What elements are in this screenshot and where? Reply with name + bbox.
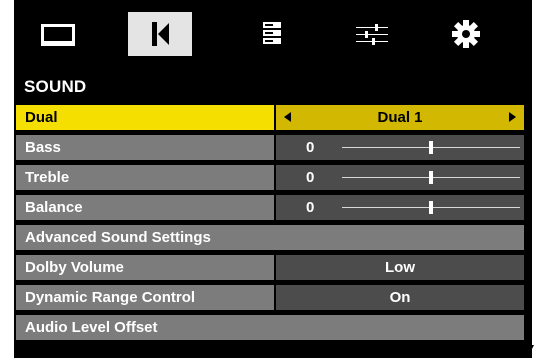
dolby-volume-value: Low bbox=[385, 259, 415, 276]
gear-icon bbox=[452, 20, 480, 48]
menu-row-dynamic-range-control[interactable]: Dynamic Range Control On bbox=[16, 285, 524, 310]
balance-value: 0 bbox=[306, 199, 315, 216]
menu-row-advanced-sound-settings[interactable]: Advanced Sound Settings bbox=[16, 225, 524, 250]
menu-row-audio-level-offset[interactable]: Audio Level Offset bbox=[16, 315, 524, 340]
menu-row-label: Advanced Sound Settings bbox=[16, 225, 524, 250]
tab-picture[interactable] bbox=[26, 12, 90, 56]
picture-icon bbox=[41, 24, 75, 46]
menu-row-dual[interactable]: Dual Dual 1 bbox=[16, 105, 524, 130]
slider-thumb[interactable] bbox=[429, 171, 433, 184]
menu-row-treble[interactable]: Treble 0 bbox=[16, 165, 524, 190]
dual-selector[interactable]: Dual 1 bbox=[276, 105, 524, 130]
dolby-volume-value-cell[interactable]: Low bbox=[276, 255, 524, 280]
menu-tab-bar bbox=[14, 0, 532, 72]
channel-list-icon bbox=[263, 22, 281, 44]
dynamic-range-value-cell[interactable]: On bbox=[276, 285, 524, 310]
menu-row-bass[interactable]: Bass 0 bbox=[16, 135, 524, 160]
slider-thumb[interactable] bbox=[429, 141, 433, 154]
tab-channel[interactable] bbox=[240, 12, 304, 56]
menu-row-label: Dolby Volume bbox=[16, 255, 274, 280]
slider-thumb[interactable] bbox=[429, 201, 433, 214]
balance-slider[interactable]: 0 bbox=[276, 195, 524, 220]
menu-row-balance[interactable]: Balance 0 bbox=[16, 195, 524, 220]
menu-row-label: Dynamic Range Control bbox=[16, 285, 274, 310]
bass-value: 0 bbox=[306, 139, 315, 156]
dynamic-range-value: On bbox=[389, 289, 411, 306]
menu-row-label: Balance bbox=[16, 195, 274, 220]
menu-row-dolby-volume[interactable]: Dolby Volume Low bbox=[16, 255, 524, 280]
arrow-right-icon[interactable] bbox=[509, 112, 516, 122]
bass-slider[interactable]: 0 bbox=[276, 135, 524, 160]
dual-value: Dual 1 bbox=[377, 109, 423, 126]
treble-slider[interactable]: 0 bbox=[276, 165, 524, 190]
menu-row-label: Treble bbox=[16, 165, 274, 190]
menu-row-label: Dual bbox=[16, 105, 274, 130]
tab-sound[interactable] bbox=[128, 12, 192, 56]
setup-sliders-icon bbox=[356, 24, 388, 45]
sound-icon bbox=[152, 22, 169, 46]
treble-value: 0 bbox=[306, 169, 315, 186]
section-title: SOUND bbox=[24, 77, 87, 96]
menu-row-label: Audio Level Offset bbox=[16, 315, 524, 340]
tab-setup[interactable] bbox=[340, 12, 404, 56]
tv-menu-panel: SOUND Dual Dual 1 Bass 0 Treble 0 Balanc… bbox=[14, 0, 532, 358]
scroll-down-icon[interactable] bbox=[526, 345, 534, 353]
tab-setup-gear[interactable] bbox=[434, 12, 498, 56]
menu-row-label: Bass bbox=[16, 135, 274, 160]
